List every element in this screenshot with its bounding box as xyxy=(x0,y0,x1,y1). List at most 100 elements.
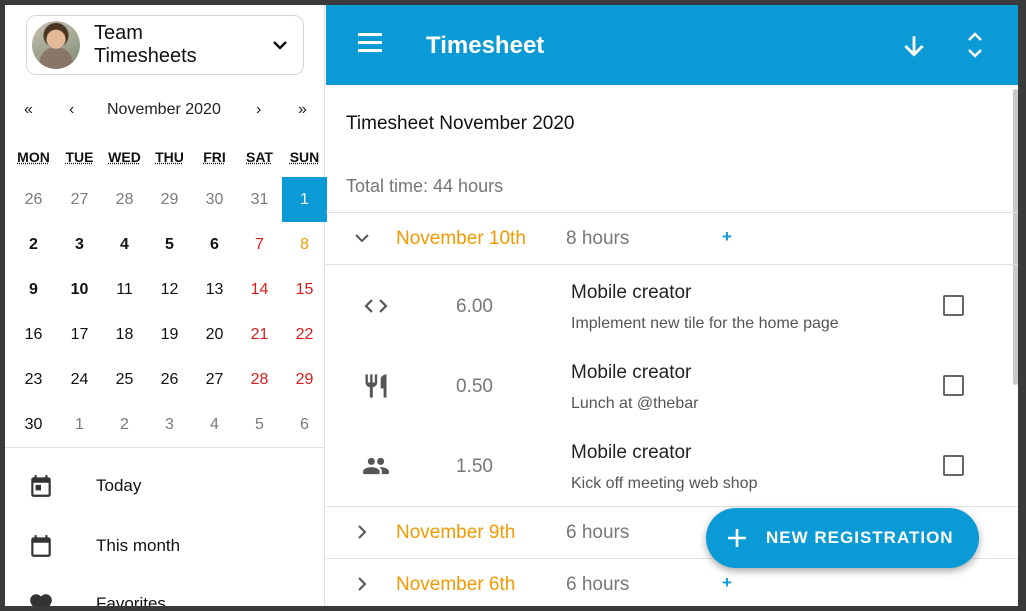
calendar-day[interactable]: 28 xyxy=(237,357,282,402)
chevron-right-icon xyxy=(358,577,367,591)
calendar-day[interactable]: 3 xyxy=(57,222,102,267)
heart-icon xyxy=(30,594,52,606)
calendar-day[interactable]: 30 xyxy=(11,402,56,447)
calendar-day[interactable]: 24 xyxy=(57,357,102,402)
menu-icon[interactable] xyxy=(358,33,384,57)
calendar-day[interactable]: 31 xyxy=(237,177,282,222)
calendar-next-button[interactable]: › xyxy=(256,101,261,119)
sidebar-item-label: This month xyxy=(96,536,181,555)
calendar-month-label[interactable]: November 2020 xyxy=(107,101,221,119)
timesheet-title: Timesheet November 2020 xyxy=(346,113,575,134)
sidebar-item-favorites[interactable]: Favorites xyxy=(5,576,325,606)
sidebar-item-label: Favorites xyxy=(96,594,166,606)
entry-hours: 1.50 xyxy=(456,456,493,477)
calendar-day[interactable]: 5 xyxy=(147,222,192,267)
calendar-day[interactable]: 26 xyxy=(11,177,56,222)
entry-checkbox[interactable] xyxy=(943,295,964,316)
day-label: November 9th xyxy=(396,522,516,543)
timesheet-content: Timesheet November 2020 Total time: 44 h… xyxy=(326,85,1018,606)
sidebar: Team Timesheets « ‹ November 2020 › » MO… xyxy=(5,5,327,606)
list-item[interactable]: 1.50 Mobile creator Kick off meeting web… xyxy=(326,426,1018,506)
calendar-day[interactable]: 1 xyxy=(282,177,327,222)
calendar-day[interactable]: 14 xyxy=(237,267,282,312)
entry-project: Mobile creator xyxy=(571,442,692,463)
calendar-day[interactable]: 2 xyxy=(11,222,56,267)
weekday-label: FRI xyxy=(203,149,226,165)
unfold-icon[interactable] xyxy=(962,31,988,59)
list-item[interactable]: 0.50 Mobile creator Lunch at @thebar xyxy=(326,346,1018,426)
calendar-day[interactable]: 25 xyxy=(102,357,147,402)
calendar-day[interactable]: 17 xyxy=(57,312,102,357)
chevron-down-icon xyxy=(355,234,369,243)
calendar-day[interactable]: 12 xyxy=(147,267,192,312)
weekday-label: MON xyxy=(17,149,50,165)
calendar-day[interactable]: 4 xyxy=(102,222,147,267)
calendar-day[interactable]: 6 xyxy=(282,402,327,447)
calendar-day[interactable]: 19 xyxy=(147,312,192,357)
team-selector[interactable]: Team Timesheets xyxy=(26,15,304,75)
sidebar-item-label: Today xyxy=(96,476,142,495)
calendar-day[interactable]: 21 xyxy=(237,312,282,357)
weekday-label: THU xyxy=(155,149,184,165)
entry-checkbox[interactable] xyxy=(943,375,964,396)
team-name: Team Timesheets xyxy=(94,22,197,67)
calendar-day[interactable]: 11 xyxy=(102,267,147,312)
calendar-day[interactable]: 27 xyxy=(192,357,237,402)
entry-description: Kick off meeting web shop xyxy=(571,475,758,492)
calendar-day[interactable]: 27 xyxy=(57,177,102,222)
code-icon xyxy=(364,299,388,313)
calendar-prev-button[interactable]: ‹ xyxy=(69,101,74,119)
total-time: Total time: 44 hours xyxy=(346,176,504,196)
calendar-day[interactable]: 4 xyxy=(192,402,237,447)
calendar-day[interactable]: 1 xyxy=(57,402,102,447)
day-hours: 8 hours xyxy=(566,228,630,249)
top-app-bar: Timesheet xyxy=(326,5,1018,85)
calendar-day[interactable]: 16 xyxy=(11,312,56,357)
calendar-day[interactable]: 5 xyxy=(237,402,282,447)
calendar-day[interactable]: 2 xyxy=(102,402,147,447)
divider xyxy=(326,264,1018,265)
calendar-day[interactable]: 9 xyxy=(11,267,56,312)
new-registration-button[interactable]: NEW REGISTRATION xyxy=(706,508,979,568)
calendar-day[interactable]: 3 xyxy=(147,402,192,447)
calendar-day[interactable]: 29 xyxy=(147,177,192,222)
list-item[interactable]: 6.00 Mobile creator Implement new tile f… xyxy=(326,266,1018,346)
entry-project: Mobile creator xyxy=(571,282,692,303)
calendar-day[interactable]: 28 xyxy=(102,177,147,222)
day-row[interactable]: November 10th 8 hours + xyxy=(326,213,1018,265)
calendar-day[interactable]: 29 xyxy=(282,357,327,402)
calendar-month-icon xyxy=(31,535,51,557)
calendar-nav: « ‹ November 2020 › » xyxy=(5,101,325,123)
add-entry-button[interactable]: + xyxy=(722,573,732,593)
calendar-day[interactable]: 26 xyxy=(147,357,192,402)
calendar-weekday-header: MON TUE WED THU FRI SAT SUN xyxy=(5,149,325,169)
calendar-first-button[interactable]: « xyxy=(24,101,33,119)
sidebar-item-today[interactable]: Today xyxy=(5,458,325,514)
calendar-day[interactable]: 13 xyxy=(192,267,237,312)
calendar-day[interactable]: 30 xyxy=(192,177,237,222)
arrow-down-icon[interactable] xyxy=(901,33,927,59)
calendar-day[interactable]: 20 xyxy=(192,312,237,357)
entry-hours: 0.50 xyxy=(456,376,493,397)
add-entry-button[interactable]: + xyxy=(722,227,732,247)
calendar-day[interactable]: 15 xyxy=(282,267,327,312)
entry-checkbox[interactable] xyxy=(943,455,964,476)
people-icon xyxy=(363,457,389,475)
sidebar-item-this-month[interactable]: This month xyxy=(5,518,325,574)
calendar-day[interactable]: 10 xyxy=(57,267,102,312)
calendar-day[interactable]: 6 xyxy=(192,222,237,267)
calendar-last-button[interactable]: » xyxy=(298,101,307,119)
app-window: Team Timesheets « ‹ November 2020 › » MO… xyxy=(5,5,1018,606)
day-hours: 6 hours xyxy=(566,574,630,595)
day-label: November 6th xyxy=(396,574,516,595)
calendar-today-icon xyxy=(31,475,51,497)
calendar-day[interactable]: 18 xyxy=(102,312,147,357)
calendar-day[interactable]: 7 xyxy=(237,222,282,267)
weekday-label: WED xyxy=(108,149,141,165)
weekday-label: SAT xyxy=(246,149,273,165)
calendar-day[interactable]: 22 xyxy=(282,312,327,357)
calendar-grid: 26 27 28 29 30 31 1 2 3 4 5 6 7 8 9 10 11 12 13 14 15 16 17 18 1… xyxy=(7,177,327,447)
entry-description: Lunch at @thebar xyxy=(571,395,699,412)
calendar-day[interactable]: 23 xyxy=(11,357,56,402)
calendar-day[interactable]: 8 xyxy=(282,222,327,267)
